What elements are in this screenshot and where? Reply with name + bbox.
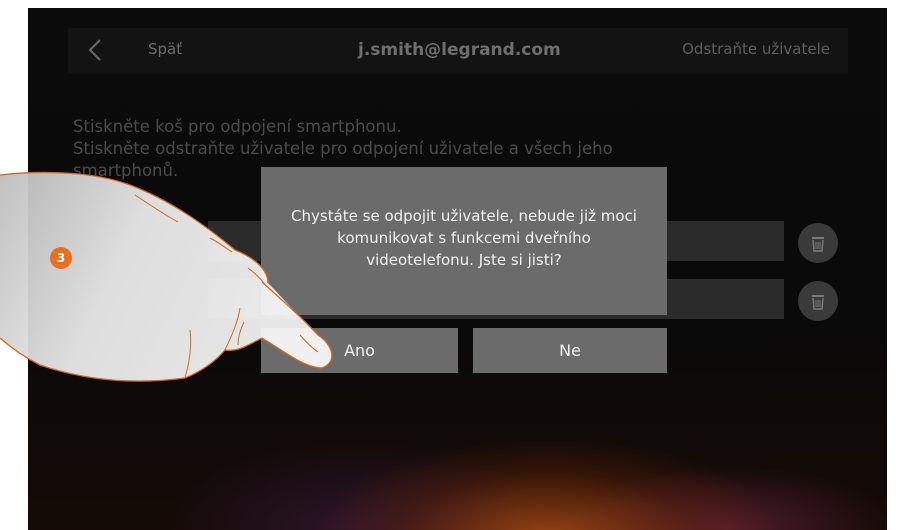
- step-number-badge: 3: [50, 247, 72, 269]
- pointing-hand-icon: [0, 171, 333, 382]
